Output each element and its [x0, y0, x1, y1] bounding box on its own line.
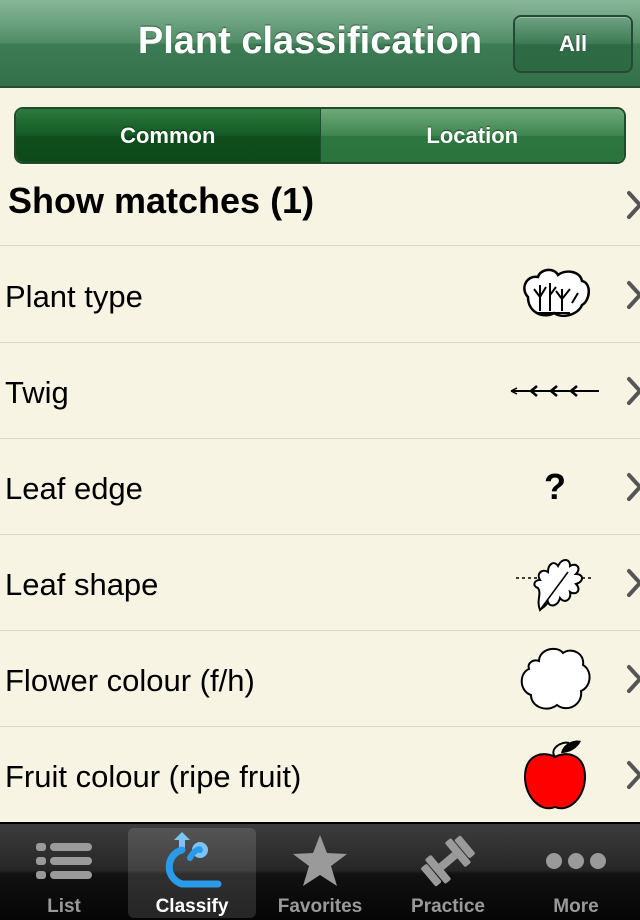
tab-label: List	[47, 896, 81, 917]
dumbbell-icon	[418, 834, 478, 888]
segment-common[interactable]: Common	[16, 109, 320, 162]
tab-list[interactable]: List	[0, 824, 128, 920]
chevron-right-icon	[626, 760, 640, 790]
show-matches-row[interactable]: Show matches (1)	[0, 170, 640, 246]
tab-practice[interactable]: Practice	[384, 824, 512, 920]
row-label: Plant type	[5, 279, 143, 314]
all-button[interactable]: All	[513, 15, 633, 73]
show-matches-label: Show matches (1)	[8, 180, 315, 221]
red-apple-icon	[505, 739, 605, 811]
tab-more[interactable]: More	[512, 824, 640, 920]
list-item-leaf-shape[interactable]: Leaf shape	[0, 535, 640, 631]
list-icon	[34, 834, 94, 888]
chevron-right-icon	[626, 376, 640, 406]
list-item-flower-colour[interactable]: Flower colour (f/h)	[0, 631, 640, 727]
list-item-leaf-edge[interactable]: Leaf edge ?	[0, 439, 640, 535]
list-item-fruit-colour[interactable]: Fruit colour (ripe fruit)	[0, 727, 640, 823]
segmented-control: Common Location	[14, 107, 626, 164]
unknown-icon: ?	[505, 451, 605, 523]
leaf-edge-value: ?	[544, 466, 566, 507]
tab-bar: List Classify Favorites Practice More	[0, 822, 640, 920]
row-label: Fruit colour (ripe fruit)	[5, 759, 302, 794]
tab-favorites[interactable]: Favorites	[256, 824, 384, 920]
chevron-right-icon	[626, 280, 640, 310]
more-dots-icon	[544, 834, 608, 888]
row-label: Flower colour (f/h)	[5, 663, 255, 698]
chevron-right-icon	[626, 190, 640, 220]
tab-label: Classify	[155, 896, 229, 917]
flower-white-icon	[505, 643, 605, 715]
list-item-twig[interactable]: Twig	[0, 343, 640, 439]
tab-classify[interactable]: Classify	[128, 828, 256, 918]
row-label: Leaf shape	[5, 567, 159, 602]
tab-label: More	[553, 896, 599, 917]
chevron-right-icon	[626, 664, 640, 694]
row-label: Leaf edge	[5, 471, 143, 506]
segment-location[interactable]: Location	[319, 109, 624, 162]
tab-label: Favorites	[277, 896, 363, 917]
twig-icon	[505, 355, 605, 427]
oak-leaf-icon	[505, 547, 605, 619]
star-icon	[290, 834, 350, 888]
shrub-icon	[505, 259, 605, 331]
chevron-right-icon	[626, 568, 640, 598]
chevron-right-icon	[626, 472, 640, 502]
tab-label: Practice	[411, 896, 485, 917]
classify-icon	[160, 832, 224, 888]
list-item-plant-type[interactable]: Plant type	[0, 247, 640, 343]
row-label: Twig	[5, 375, 69, 410]
navigation-bar: Plant classification All	[0, 0, 640, 88]
